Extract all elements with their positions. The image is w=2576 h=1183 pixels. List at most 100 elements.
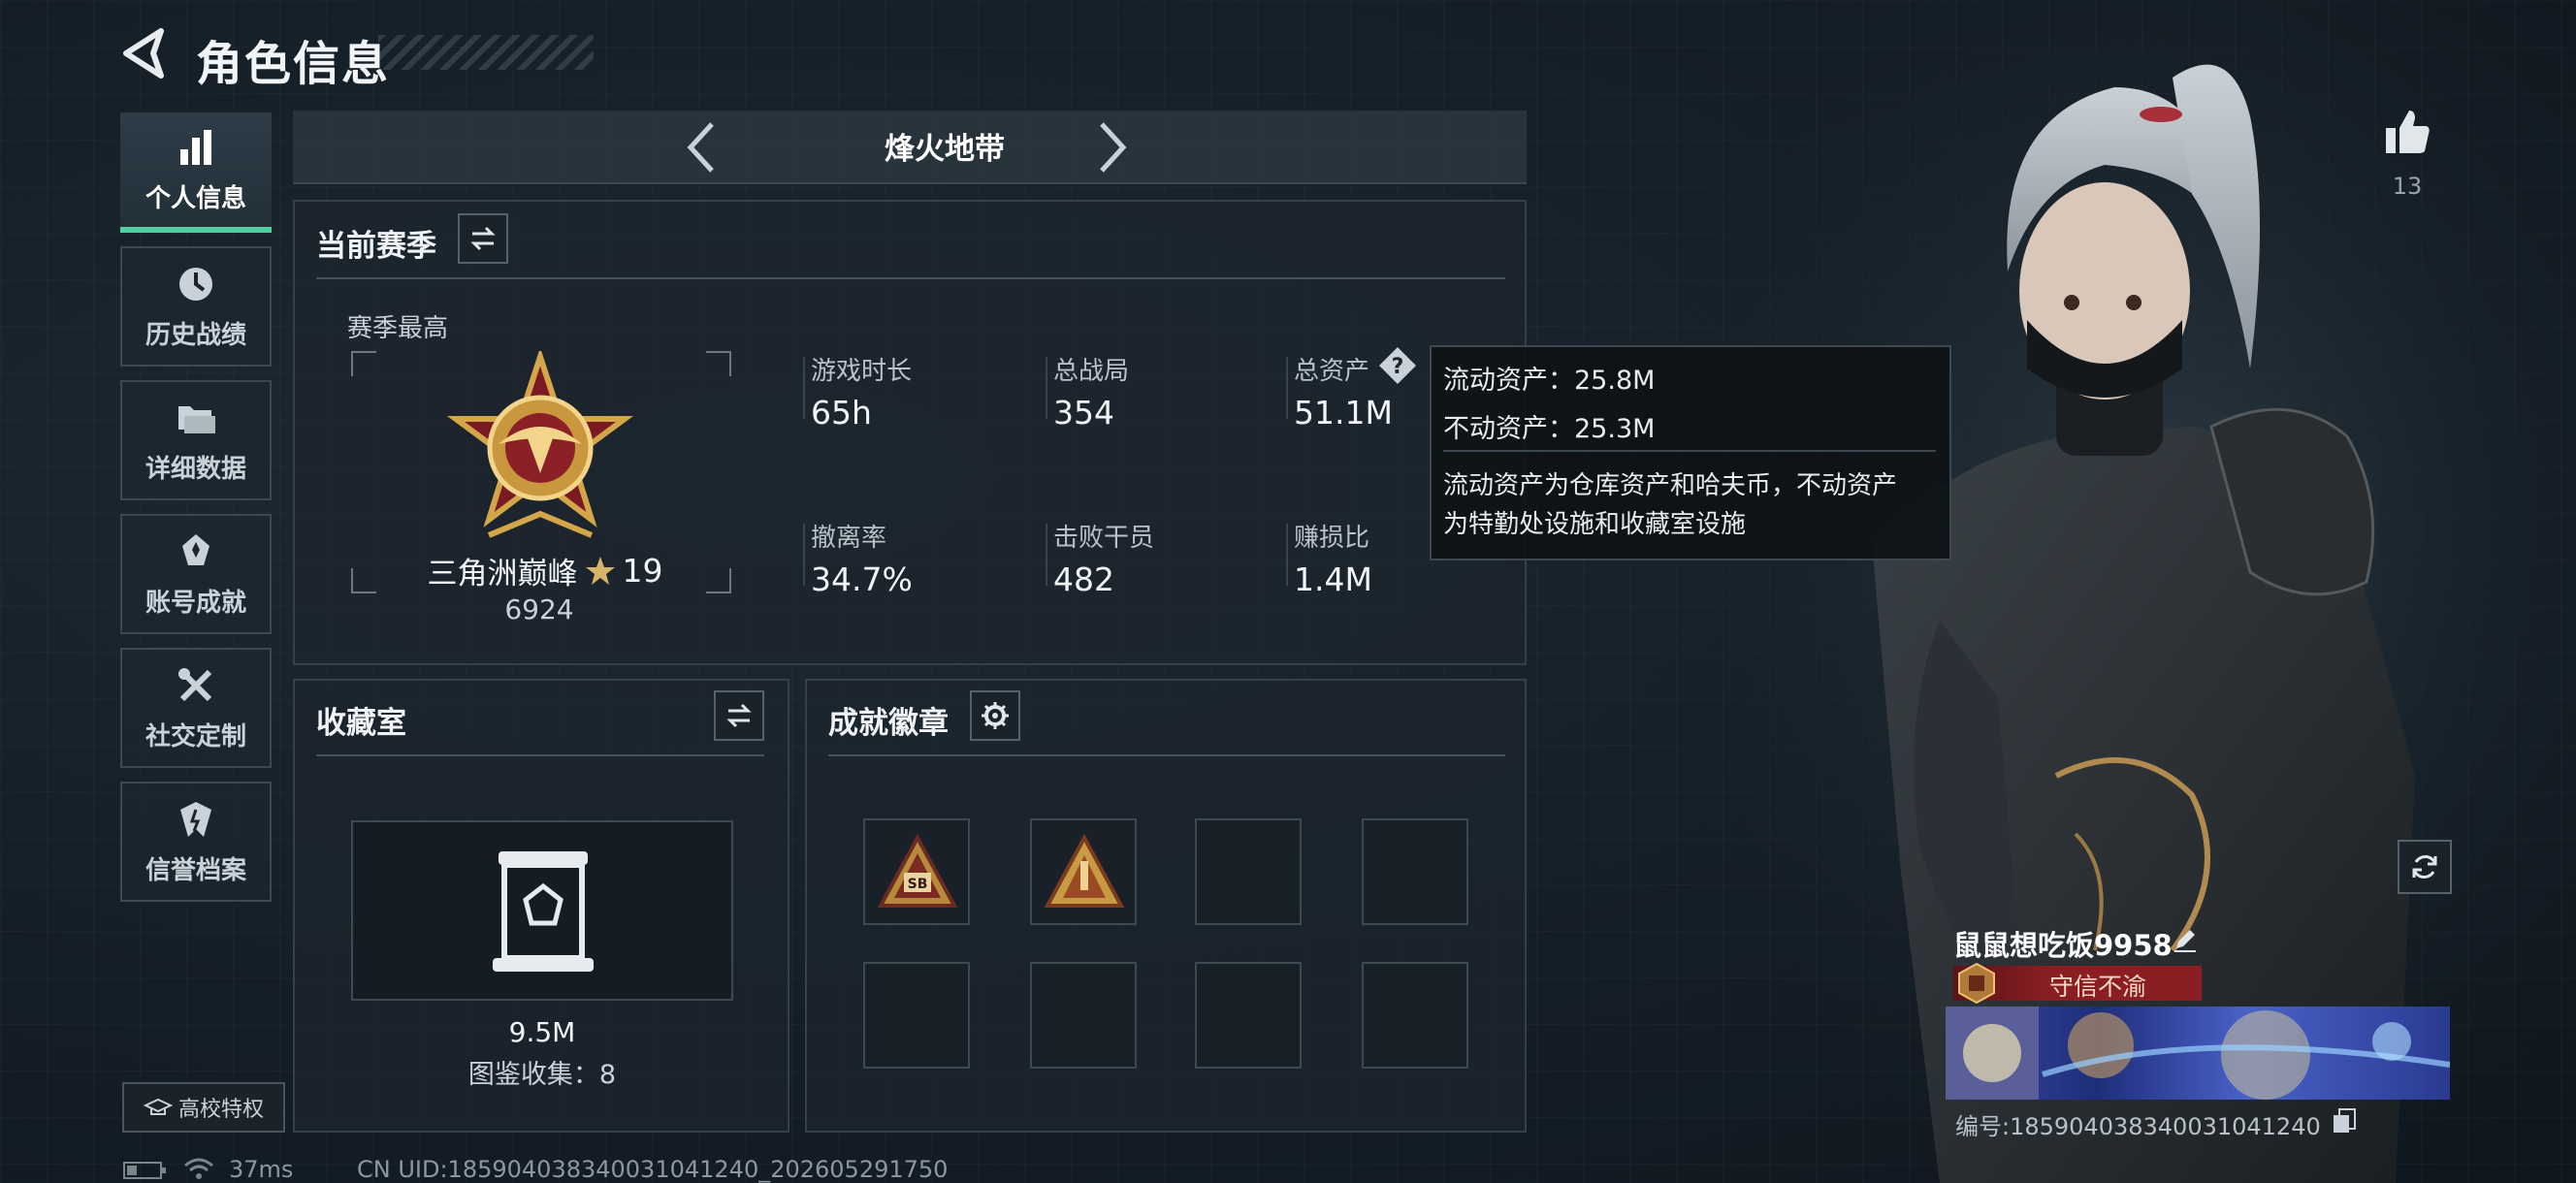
collection-value: 9.5M (508, 1016, 576, 1048)
nav-label: 个人信息 (145, 183, 246, 213)
rank-score: 6924 (504, 593, 574, 625)
copy-icon[interactable] (2332, 1107, 2357, 1135)
edit-pencil-icon[interactable] (2171, 925, 2200, 954)
ping-value: 37ms (229, 1156, 294, 1183)
stat-value-kills: 482 (1053, 560, 1114, 598)
svg-text:?: ? (1392, 355, 1404, 379)
badge-slot[interactable] (863, 962, 970, 1069)
player-name: 鼠鼠想吃饭9958 (1953, 929, 2173, 962)
divider (828, 754, 1505, 756)
badge-slot[interactable] (1030, 818, 1137, 925)
bar-chart-icon (180, 129, 211, 165)
badges-settings-button[interactable] (970, 690, 1020, 741)
stat-value-profit-loss: 1.4M (1294, 560, 1372, 598)
footer-uid: CN UID:185904038340031041240_20260529175… (357, 1156, 949, 1183)
stat-divider (1046, 524, 1047, 586)
badge-slot[interactable] (1195, 818, 1302, 925)
collection-switch-button[interactable] (714, 690, 764, 741)
tooltip-desc-line1: 流动资产为仓库资产和哈夫币，不动资产 (1443, 471, 1898, 500)
season-best-label: 赛季最高 (347, 314, 449, 343)
collection-count: 图鉴收集：8 (467, 1060, 617, 1090)
help-question-icon[interactable]: ? (1377, 345, 1418, 386)
stat-label-total-assets: 总资产 (1294, 357, 1370, 386)
stat-label-total-matches: 总战局 (1053, 357, 1130, 386)
likes-count: 13 (2392, 173, 2423, 200)
shield-icon (180, 801, 211, 837)
credit-emblem-icon (1958, 962, 1995, 1005)
rank-emblem-icon (446, 351, 634, 538)
back-arrow-icon[interactable] (118, 27, 167, 80)
refresh-icon (2412, 855, 2437, 879)
title-decoration (378, 35, 594, 70)
medal-icon (182, 533, 209, 565)
badges-panel-title: 成就徽章 (828, 706, 949, 741)
gear-icon (982, 702, 1009, 729)
collection-panel-title: 收藏室 (316, 706, 406, 741)
divider (316, 277, 1505, 279)
nav-label: 历史战绩 (145, 320, 246, 350)
campus-privilege-button[interactable]: 高校特权 (122, 1082, 285, 1133)
nav-item-personal-info[interactable]: 个人信息 (120, 112, 272, 233)
nav-label: 详细数据 (145, 454, 246, 484)
tools-icon (178, 667, 212, 701)
battery-icon (123, 1162, 166, 1179)
player-uid: 编号:185904038340031041240 (1955, 1113, 2321, 1140)
stat-label-extraction-rate: 撤离率 (811, 524, 887, 553)
stat-divider (1286, 357, 1288, 419)
folder-icon (178, 405, 215, 433)
sb-badge-icon: SB (877, 833, 958, 908)
triangle-badge-icon (1044, 833, 1125, 908)
rank-name-row: 三角洲巅峰 19 (419, 549, 671, 592)
frame-corner (351, 568, 376, 593)
stat-label-kills: 击败干员 (1053, 524, 1155, 553)
nav-item-match-history[interactable]: 历史战绩 (120, 246, 272, 367)
badge-slot[interactable]: SB (863, 818, 970, 925)
next-mode-arrow-icon[interactable] (1096, 118, 1129, 176)
divider (316, 754, 764, 756)
collection-display-case[interactable] (351, 820, 733, 1001)
stat-divider (1046, 357, 1047, 419)
stat-value-extraction-rate: 34.7% (811, 560, 913, 598)
stat-divider (1286, 524, 1288, 586)
credit-tag-label: 守信不渝 (2048, 973, 2146, 1001)
player-banner[interactable] (1946, 1007, 2450, 1100)
mode-title: 烽火地带 (885, 132, 1005, 167)
tooltip-fixed-assets: 不动资产：25.3M (1443, 414, 1656, 444)
rank-name: 三角洲巅峰 (427, 557, 578, 592)
stat-value-total-assets: 51.1M (1294, 394, 1393, 432)
badge-slot[interactable] (1030, 962, 1137, 1069)
season-switch-button[interactable] (458, 213, 508, 264)
campus-privilege-label: 高校特权 (177, 1098, 264, 1122)
thumbs-up-icon[interactable] (2382, 107, 2432, 157)
frame-corner (706, 351, 731, 376)
tooltip-divider (1443, 450, 1936, 452)
graduation-cap-icon (143, 1098, 173, 1115)
clock-icon (179, 267, 212, 301)
badge-slot[interactable] (1195, 962, 1302, 1069)
nav-label: 社交定制 (145, 721, 246, 751)
svg-text:SB: SB (908, 877, 928, 892)
stat-value-total-matches: 354 (1053, 394, 1114, 432)
display-case-icon (493, 851, 594, 972)
star-icon (585, 556, 615, 585)
nav-item-detailed-data[interactable]: 详细数据 (120, 380, 272, 500)
stat-divider (803, 524, 805, 586)
nav-item-social-custom[interactable]: 社交定制 (120, 648, 272, 768)
badge-slot[interactable] (1362, 818, 1468, 925)
badge-slot[interactable] (1362, 962, 1468, 1069)
swap-arrows-icon (470, 226, 496, 251)
prev-mode-arrow-icon[interactable] (685, 118, 718, 176)
stat-label-playtime: 游戏时长 (811, 357, 913, 386)
season-panel-title: 当前赛季 (316, 229, 436, 264)
nav-label: 信誉档案 (145, 855, 246, 885)
nav-item-credit-record[interactable]: 信誉档案 (120, 782, 272, 902)
frame-corner (706, 568, 731, 593)
stat-divider (803, 357, 805, 419)
stat-value-playtime: 65h (811, 394, 872, 432)
frame-corner (351, 351, 376, 376)
tooltip-liquid-assets: 流动资产：25.8M (1443, 366, 1656, 396)
rank-stars: 19 (622, 552, 663, 590)
refresh-button[interactable] (2398, 840, 2452, 894)
nav-item-achievements[interactable]: 账号成就 (120, 514, 272, 634)
swap-arrows-icon (726, 703, 752, 728)
